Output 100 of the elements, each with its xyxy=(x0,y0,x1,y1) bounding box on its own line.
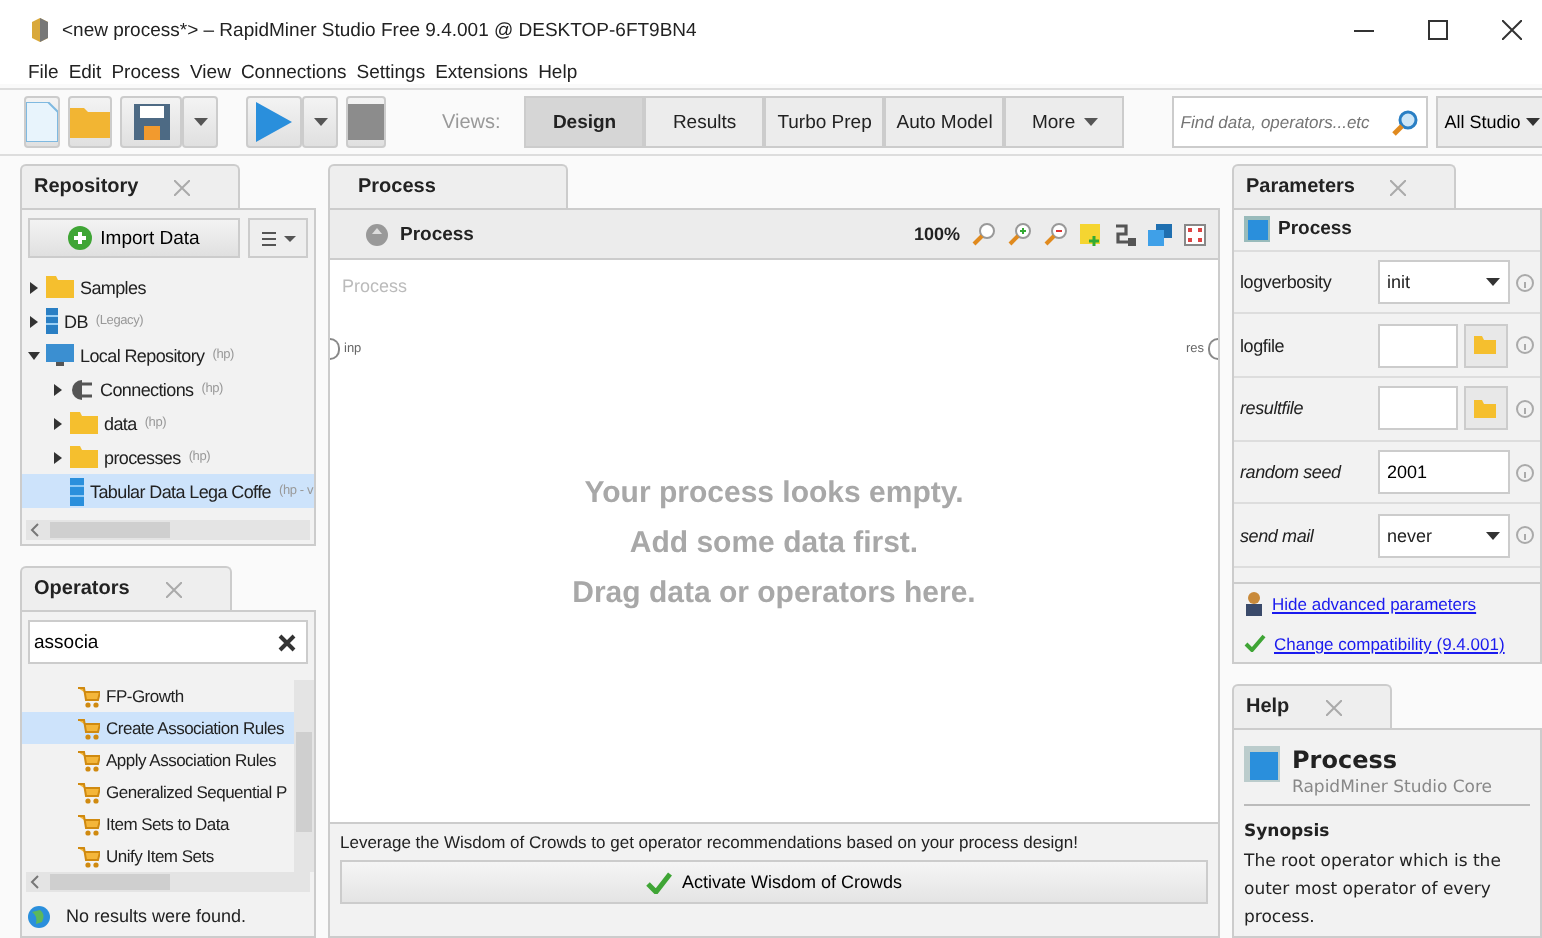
import-data-button[interactable]: Import Data xyxy=(28,218,240,258)
cart-icon xyxy=(78,813,100,835)
new-process-button[interactable] xyxy=(24,96,60,148)
view-tab[interactable]: Results xyxy=(644,96,765,148)
plug-icon xyxy=(70,379,94,399)
clear-icon[interactable] xyxy=(278,633,296,651)
empty-message: Your process looks empty. xyxy=(584,476,964,510)
breadcrumb[interactable]: Process xyxy=(400,223,474,245)
folder-icon xyxy=(1474,336,1497,355)
input-port[interactable] xyxy=(330,338,340,360)
menu-item[interactable]: Settings xyxy=(356,61,426,83)
dropdown[interactable]: init xyxy=(1377,260,1510,305)
section-heading: Synopsis xyxy=(1244,822,1332,842)
grid-icon[interactable] xyxy=(1184,223,1206,245)
caret-icon xyxy=(1083,118,1098,126)
zoom-in-icon[interactable] xyxy=(1008,222,1032,246)
info-icon[interactable] xyxy=(1516,336,1534,355)
menu-item[interactable]: View xyxy=(190,61,231,83)
operator-icon xyxy=(1244,216,1270,243)
status-text: No results were found. xyxy=(66,906,247,926)
folder-icon xyxy=(70,412,98,434)
person-icon xyxy=(1244,591,1264,616)
cart-icon xyxy=(78,781,100,803)
tree-item[interactable]: Samples xyxy=(22,270,314,304)
panel-tab[interactable]: Help xyxy=(1232,684,1392,728)
view-tab[interactable]: Turbo Prep xyxy=(764,96,885,148)
more-button[interactable]: More xyxy=(1004,96,1125,148)
dropdown-button[interactable] xyxy=(302,96,338,148)
menu-item[interactable]: File xyxy=(28,61,59,83)
stop-icon xyxy=(348,104,384,140)
menu-item[interactable]: Help xyxy=(538,61,578,83)
link[interactable]: Change compatibility (9.4.001) xyxy=(1274,633,1505,654)
menu-button[interactable] xyxy=(248,218,308,258)
checkmark-icon xyxy=(645,871,672,893)
stop-button[interactable] xyxy=(346,96,386,148)
menu-item[interactable]: Extensions xyxy=(435,61,529,83)
close-icon[interactable] xyxy=(1502,20,1522,40)
input-field[interactable] xyxy=(1377,386,1458,431)
floppy-icon xyxy=(133,104,169,140)
search-icon[interactable] xyxy=(1392,109,1419,135)
add-note-icon[interactable] xyxy=(1080,223,1102,245)
operator-item[interactable]: Unify Item Sets xyxy=(22,840,294,872)
operator-item[interactable]: FP-Growth xyxy=(22,680,294,712)
zoom-fit-icon[interactable] xyxy=(972,222,996,246)
panel-tab[interactable]: Parameters xyxy=(1232,164,1457,208)
zoom-level: 100% xyxy=(913,224,960,244)
horizontal-scrollbar[interactable] xyxy=(26,520,310,540)
folder-icon xyxy=(46,276,74,298)
operator-item[interactable]: Item Sets to Data xyxy=(22,808,294,840)
expand-arrow-icon[interactable] xyxy=(28,281,40,293)
operator-icon xyxy=(1244,746,1280,782)
search-field[interactable]: Find data, operators...etc xyxy=(1172,96,1429,148)
output-port[interactable] xyxy=(1208,338,1218,360)
expand-arrow-icon[interactable] xyxy=(52,383,64,395)
dropdown[interactable]: never xyxy=(1377,513,1510,558)
info-icon[interactable] xyxy=(1516,526,1534,545)
menu-item[interactable]: Edit xyxy=(68,61,102,83)
plug-icon[interactable] xyxy=(1114,222,1136,246)
folder-icon xyxy=(70,106,110,138)
horizontal-scrollbar[interactable] xyxy=(26,872,310,892)
info-icon[interactable] xyxy=(1516,273,1534,292)
cart-icon xyxy=(78,717,100,739)
layers-icon[interactable] xyxy=(1148,223,1172,245)
menu-item[interactable]: Connections xyxy=(240,61,347,83)
operator-item[interactable]: Generalized Sequential P xyxy=(22,776,294,808)
caret-icon xyxy=(313,118,327,126)
save-button[interactable] xyxy=(120,96,182,148)
operator-item[interactable]: Create Association Rules xyxy=(22,712,294,744)
panel-tab[interactable]: Repository xyxy=(20,164,241,208)
checkmark-icon xyxy=(1244,634,1266,653)
views-label: Views: xyxy=(442,111,501,133)
menu-item[interactable]: Process xyxy=(111,61,181,83)
expand-arrow-icon[interactable] xyxy=(28,315,40,327)
open-button[interactable] xyxy=(68,96,112,148)
dropdown-button[interactable] xyxy=(182,96,218,148)
panel-tab[interactable]: Operators xyxy=(20,566,232,610)
view-tab[interactable]: Design xyxy=(524,96,645,148)
data-table-icon xyxy=(70,477,84,505)
panel-tab[interactable]: Process xyxy=(328,164,568,208)
input-field[interactable] xyxy=(1377,323,1458,368)
info-icon[interactable] xyxy=(1516,399,1534,418)
play-icon xyxy=(256,102,292,142)
expand-arrow-icon[interactable] xyxy=(52,417,64,429)
view-tab[interactable]: Auto Model xyxy=(884,96,1005,148)
parameter-label: logverbosity xyxy=(1240,272,1334,293)
run-button[interactable] xyxy=(246,96,302,148)
zoom-out-icon[interactable] xyxy=(1044,222,1068,246)
globe-icon xyxy=(28,905,50,927)
maximize-icon[interactable] xyxy=(1428,20,1448,40)
scope-dropdown[interactable]: All Studio xyxy=(1436,96,1542,148)
input-field[interactable]: 2001 xyxy=(1377,450,1510,494)
vertical-scrollbar[interactable] xyxy=(294,680,314,872)
document-icon xyxy=(26,102,58,142)
expand-arrow-icon[interactable] xyxy=(28,349,40,361)
search-field[interactable]: associa xyxy=(28,620,308,664)
info-icon[interactable] xyxy=(1516,463,1534,481)
expand-arrow-icon[interactable] xyxy=(52,451,64,463)
link[interactable]: Hide advanced parameters xyxy=(1272,593,1477,614)
activate-button[interactable]: Activate Wisdom of Crowds xyxy=(340,860,1208,904)
operator-item[interactable]: Apply Association Rules xyxy=(22,744,294,776)
